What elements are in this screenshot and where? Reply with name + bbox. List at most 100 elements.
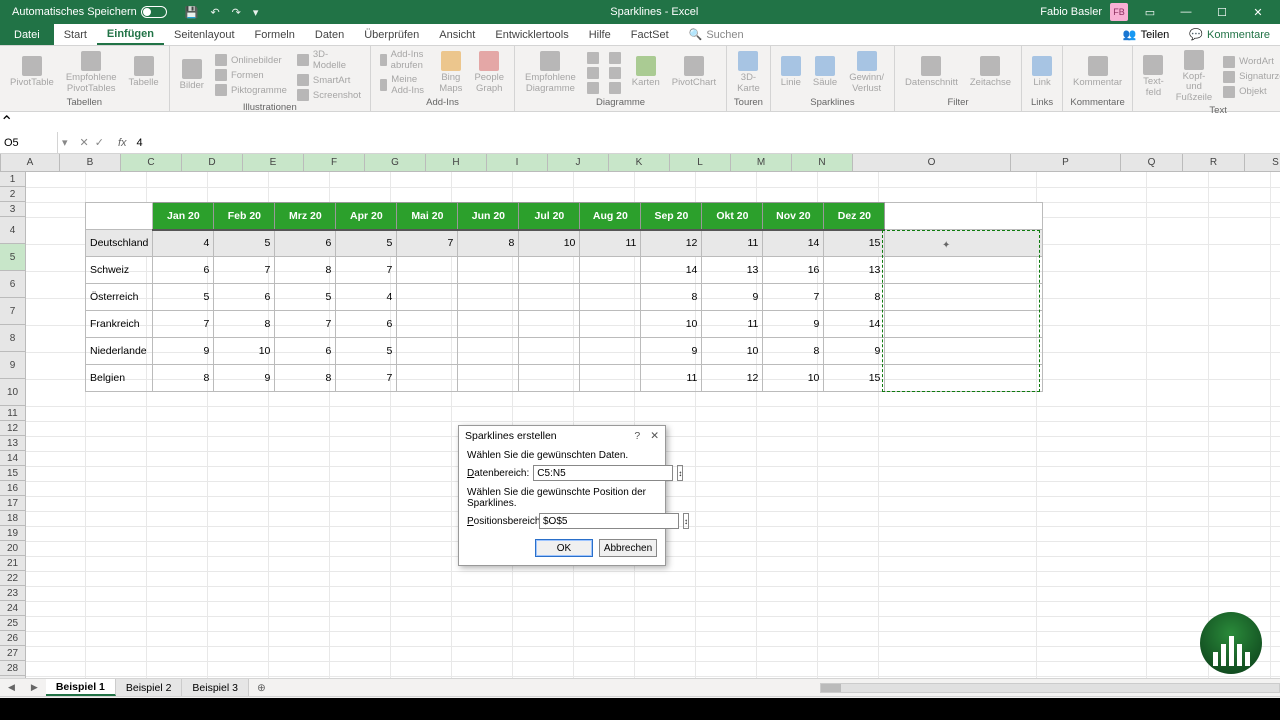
table-cell[interactable]: 6 [214,284,275,311]
table-cell[interactable]: 8 [641,284,702,311]
dialog-close-icon[interactable]: ✕ [650,430,659,442]
col-header-L[interactable]: L [670,154,731,171]
tab-factset[interactable]: FactSet [621,24,679,45]
tab-formeln[interactable]: Formeln [245,24,305,45]
row-header-15[interactable]: 15 [0,466,25,481]
table-cell[interactable]: 15 [824,230,885,257]
sparkline-column-button[interactable]: Säule [809,54,841,90]
screenshot-button[interactable]: Screenshot [294,88,364,102]
qat-dropdown-icon[interactable]: ▾ [253,6,259,19]
pivottable-button[interactable]: PivotTable [6,54,58,90]
table-cell[interactable] [458,311,519,338]
signature-button[interactable]: Signaturzeile [1220,70,1280,84]
row-header-13[interactable]: 13 [0,436,25,451]
col-header-N[interactable]: N [792,154,853,171]
col-header-M[interactable]: M [731,154,792,171]
row-header-5[interactable]: 5 [0,244,25,271]
table-cell[interactable]: 9 [641,338,702,365]
col-header-S[interactable]: S [1245,154,1280,171]
table-cell[interactable]: 10 [641,311,702,338]
col-header-H[interactable]: H [426,154,487,171]
share-button[interactable]: 👥 Teilen [1113,28,1179,41]
table-cell[interactable]: 10 [702,338,763,365]
table-cell[interactable]: 7 [275,311,336,338]
close-icon[interactable]: ✕ [1240,0,1276,24]
tab-entwicklertools[interactable]: Entwicklertools [485,24,578,45]
table-cell[interactable]: 12 [641,230,702,257]
row-header-25[interactable]: 25 [0,616,25,631]
3dmap-button[interactable]: 3D- Karte [733,49,764,96]
table-cell[interactable] [458,257,519,284]
tab-file[interactable]: Datei [0,24,54,45]
table-cell[interactable]: 10 [763,365,824,392]
sheet-tab-1[interactable]: Beispiel 1 [46,679,116,696]
cancel-formula-icon[interactable]: ✕ [80,136,89,149]
table-cell[interactable]: 11 [641,365,702,392]
row-header-16[interactable]: 16 [0,481,25,496]
pivotchart-button[interactable]: PivotChart [668,54,720,90]
table-cell[interactable]: 5 [336,230,397,257]
col-header-A[interactable]: A [1,154,60,171]
table-cell[interactable]: 8 [275,257,336,284]
position-range-input[interactable] [539,513,679,529]
table-cell[interactable] [580,284,641,311]
col-header-C[interactable]: C [121,154,182,171]
recommended-pivot-button[interactable]: Empfohlene PivotTables [62,49,121,96]
table-cell[interactable]: 13 [702,257,763,284]
sparkline-cell[interactable] [885,311,1043,338]
sheet-tab-3[interactable]: Beispiel 3 [182,679,249,696]
wordart-button[interactable]: WordArt [1220,55,1280,69]
pictures-button[interactable]: Bilder [176,57,208,93]
table-cell[interactable] [458,284,519,311]
row-header-12[interactable]: 12 [0,421,25,436]
table-cell[interactable]: 10 [519,230,580,257]
chart-type-icon[interactable] [584,81,602,95]
table-cell[interactable]: 14 [641,257,702,284]
sheet-nav-prev-icon[interactable]: ◀ [0,682,23,693]
table-cell[interactable]: 8 [214,311,275,338]
sheet-tab-2[interactable]: Beispiel 2 [116,679,183,696]
tab-ueberpruefen[interactable]: Überprüfen [354,24,429,45]
formula-input[interactable]: 4 [133,137,1280,149]
table-cell[interactable]: 8 [763,338,824,365]
col-header-B[interactable]: B [60,154,121,171]
ok-button[interactable]: OK [535,539,593,557]
col-header-E[interactable]: E [243,154,304,171]
chart-type-icon[interactable] [606,66,624,80]
table-cell[interactable]: 12 [702,365,763,392]
col-header-D[interactable]: D [182,154,243,171]
comments-button[interactable]: 💬 Kommentare [1179,28,1280,41]
cells-area[interactable]: Jan 20Feb 20Mrz 20Apr 20Mai 20Jun 20Jul … [26,172,1280,678]
range-picker-icon[interactable]: ↕ [683,513,689,529]
col-header-R[interactable]: R [1183,154,1245,171]
table-cell[interactable]: 13 [824,257,885,284]
add-sheet-icon[interactable]: ⊕ [249,682,274,694]
row-header-2[interactable]: 2 [0,187,25,202]
table-cell[interactable] [519,338,580,365]
people-graph-button[interactable]: People Graph [470,49,508,96]
table-cell[interactable] [397,311,458,338]
table-row-label[interactable]: Niederlande [86,338,153,365]
table-row-label[interactable]: Deutschland [86,230,153,257]
row-header-3[interactable]: 3 [0,202,25,217]
my-addins-button[interactable]: Meine Add-Ins [377,73,431,97]
table-cell[interactable]: 15 [824,365,885,392]
table-cell[interactable] [580,365,641,392]
save-icon[interactable]: 💾 [185,6,199,19]
online-pictures-button[interactable]: Onlinebilder [212,53,290,67]
table-cell[interactable]: 9 [702,284,763,311]
table-cell[interactable]: 8 [275,365,336,392]
table-cell[interactable]: 9 [214,365,275,392]
data-range-input[interactable] [533,465,673,481]
row-header-27[interactable]: 27 [0,646,25,661]
slicer-button[interactable]: Datenschnitt [901,54,962,90]
maximize-icon[interactable]: ☐ [1204,0,1240,24]
range-picker-icon[interactable]: ↕ [677,465,683,481]
3dmodels-button[interactable]: 3D-Modelle [294,48,364,72]
row-header-24[interactable]: 24 [0,601,25,616]
table-cell[interactable]: 7 [153,311,214,338]
chart-type-icon[interactable] [584,51,602,65]
table-cell[interactable] [397,284,458,311]
comment-button[interactable]: Kommentar [1069,54,1126,90]
header-footer-button[interactable]: Kopf- und Fußzeile [1172,48,1216,105]
